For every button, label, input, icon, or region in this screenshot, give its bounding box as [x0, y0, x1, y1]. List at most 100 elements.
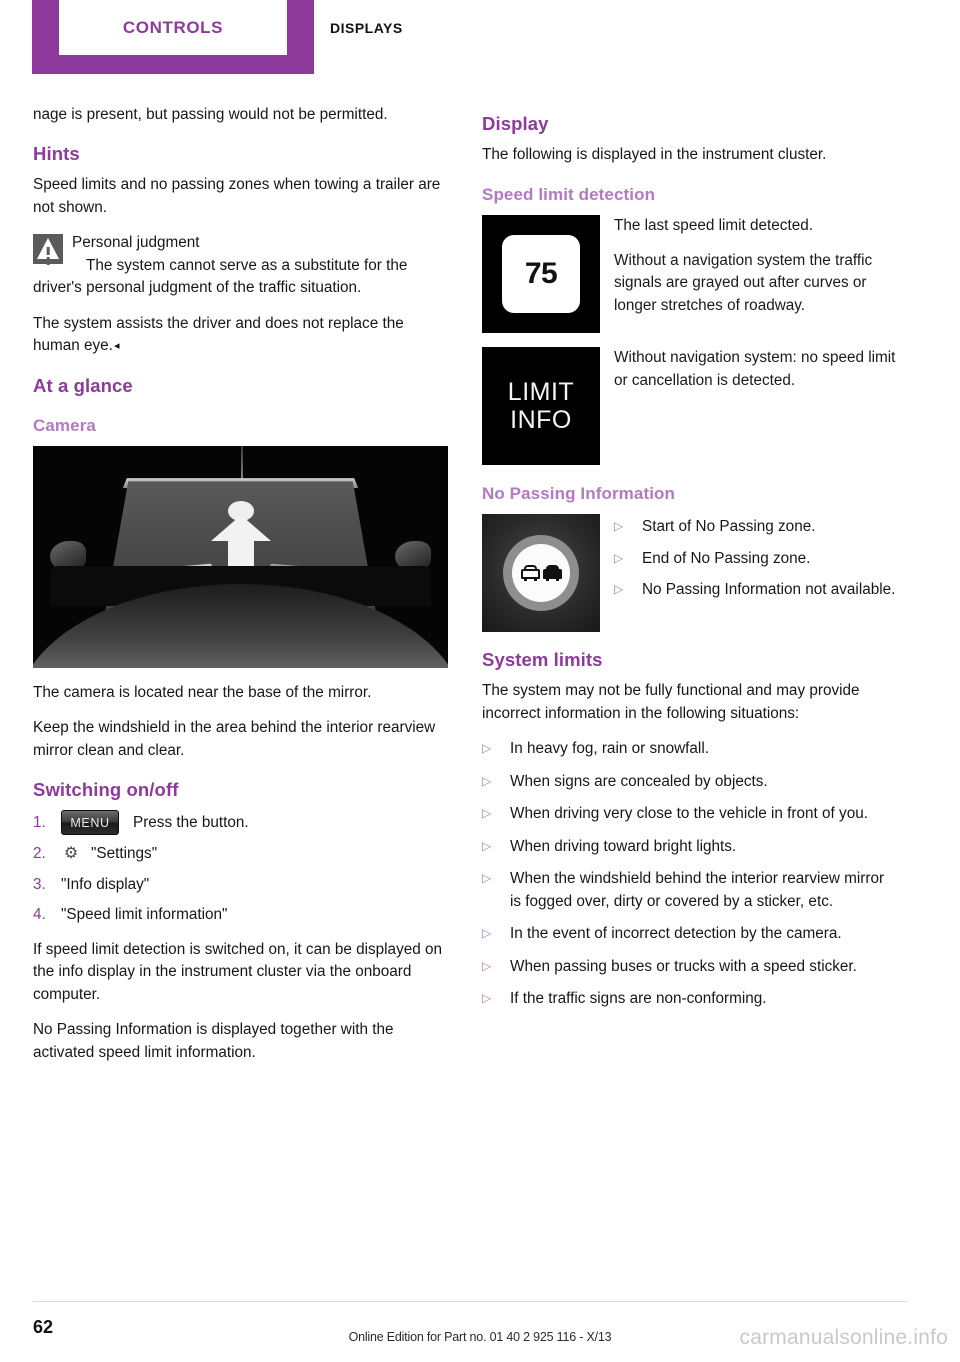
limit-info-figure-row: LIMIT INFO Without navigation system: no… [482, 347, 897, 466]
limit-info-line-2: INFO [510, 406, 572, 435]
speed-limit-text: The last speed limit detected. Without a… [600, 215, 897, 317]
heading-display: Display [482, 113, 549, 134]
system-limits-paragraph: The system may not be fully functional a… [482, 682, 860, 722]
heading-at-a-glance: At a glance [33, 374, 133, 396]
heading-no-passing-information: No Passing Information [482, 484, 675, 504]
bullet-triangle-icon: ▷ [482, 958, 492, 973]
switching-steps-list: 1. MENU Press the button. 2. ⚙ "Settings… [33, 810, 448, 926]
step-number: 4. [33, 905, 46, 923]
speed-limit-sign-icon: 75 [482, 215, 600, 334]
car-outline-icon [520, 565, 540, 582]
no-passing-disc-shape [512, 544, 570, 603]
heading-hints: Hints [33, 143, 80, 165]
speed-limit-figure-row: 75 The last speed limit detected. Withou… [482, 215, 897, 334]
warning-closing-text: The system assists the driver and does n… [33, 314, 404, 355]
list-item: ▷ When driving toward bright lights. [482, 836, 897, 858]
heading-system-limits: System limits [482, 649, 603, 671]
bullet-triangle-icon: ▷ [482, 926, 492, 941]
gear-icon[interactable]: ⚙ [61, 846, 81, 862]
bullet-triangle-icon: ▷ [482, 773, 492, 788]
no-passing-text: ▷ Start of No Passing zone. ▷ End of No … [600, 514, 897, 614]
limit-info-line-1: LIMIT [507, 378, 575, 407]
warning-triangle-icon [33, 234, 63, 265]
no-passing-list: ▷ Start of No Passing zone. ▷ End of No … [614, 516, 897, 601]
antenna-shape [240, 445, 243, 482]
list-item: 4. "Speed limit information" [33, 904, 448, 926]
warning-block: Personal judgment The system cannot serv… [33, 232, 448, 299]
list-item-label: Start of No Passing zone. [642, 518, 816, 536]
continued-paragraph: nage is present, but passing would not b… [33, 106, 388, 123]
menu-button-icon[interactable]: MENU [61, 810, 119, 836]
camera-paragraph-1: The camera is located near the base of t… [33, 683, 372, 701]
bullet-triangle-icon: ▷ [482, 838, 492, 853]
list-item: 3. "Info display" [33, 874, 448, 896]
step-text: "Speed limit information" [61, 905, 228, 923]
hints-paragraph: Speed limits and no passing zones when t… [33, 176, 441, 216]
tab-displays[interactable]: DISPLAYS [330, 0, 530, 55]
bullet-triangle-icon: ▷ [482, 871, 492, 886]
list-item: 2. ⚙ "Settings" [33, 843, 448, 865]
list-item: 1. MENU Press the button. [33, 810, 448, 836]
bullet-triangle-icon: ▷ [614, 550, 624, 565]
no-passing-ring-shape [503, 535, 579, 612]
bullet-triangle-icon: ▷ [614, 582, 624, 597]
tab-controls-inner: CONTROLS [59, 0, 287, 55]
list-item-label: When driving toward bright lights. [510, 837, 737, 855]
section-end-marker-icon: ◂ [113, 340, 120, 353]
speed-limit-value: 75 [502, 235, 580, 314]
no-passing-sign-icon [482, 514, 600, 633]
tab-controls[interactable]: CONTROLS [32, 0, 314, 74]
list-item: ▷ When signs are concealed by objects. [482, 771, 897, 793]
warning-title: Personal judgment [72, 234, 200, 252]
list-item-label: When signs are concealed by objects. [510, 772, 768, 790]
closing-paragraph-2: No Passing Information is displayed toge… [33, 1021, 394, 1061]
list-item-label: In the event of incorrect detection by t… [510, 925, 842, 943]
list-item-label: When driving very close to the vehicle i… [510, 805, 868, 823]
heading-speed-limit-detection: Speed limit detection [482, 185, 656, 205]
list-item: ▷ Start of No Passing zone. [614, 516, 897, 538]
list-item: ▷ When the windshield behind the interio… [482, 868, 897, 913]
speed-limit-paragraph-2: Without a navigation system the traffic … [614, 251, 873, 314]
page-header: CONTROLS DISPLAYS [0, 0, 960, 78]
warning-body: The system cannot serve as a substitute … [33, 256, 408, 297]
site-watermark: carmanualsonline.info [739, 1326, 948, 1349]
list-item: ▷ In heavy fog, rain or snowfall. [482, 738, 897, 760]
step-number: 3. [33, 875, 46, 893]
list-item-label: End of No Passing zone. [642, 549, 811, 567]
warning-closing: The system assists the driver and does n… [33, 313, 448, 358]
bullet-triangle-icon: ▷ [614, 519, 624, 534]
bullet-triangle-icon: ▷ [482, 991, 492, 1006]
list-item-label: When passing buses or trucks with a spee… [510, 957, 857, 975]
limit-info-sign-icon: LIMIT INFO [482, 347, 600, 466]
speed-limit-paragraph-1: The last speed limit detected. [614, 217, 813, 235]
list-item-label: In heavy fog, rain or snowfall. [510, 740, 709, 758]
list-item-label: If the traffic signs are non-conforming. [510, 990, 767, 1008]
footer-divider [33, 1301, 907, 1302]
bullet-triangle-icon: ▷ [482, 806, 492, 821]
bullet-triangle-icon: ▷ [482, 741, 492, 756]
tab-controls-label: CONTROLS [122, 17, 224, 37]
heading-camera: Camera [33, 415, 96, 435]
list-item-label: When the windshield behind the interior … [510, 870, 885, 910]
step-text: "Info display" [61, 875, 150, 893]
right-column: Display The following is displayed in th… [482, 104, 897, 1024]
list-item: ▷ End of No Passing zone. [614, 548, 897, 570]
step-number: 2. [33, 845, 46, 863]
system-limits-list: ▷ In heavy fog, rain or snowfall. ▷ When… [482, 738, 897, 1010]
left-column: nage is present, but passing would not b… [33, 104, 448, 1077]
list-item: ▷ No Passing Information not available. [614, 579, 897, 601]
display-paragraph: The following is displayed in the instru… [482, 146, 827, 163]
closing-paragraph-1: If speed limit detection is switched on,… [33, 940, 442, 1003]
list-item: ▷ If the traffic signs are non-conformin… [482, 988, 897, 1010]
limit-info-paragraph: Without navigation system: no speed limi… [614, 349, 896, 389]
step-text: "Settings" [91, 845, 158, 863]
step-number: 1. [33, 813, 46, 831]
list-item-label: No Passing Information not available. [642, 581, 896, 599]
list-item: ▷ When passing buses or trucks with a sp… [482, 956, 897, 978]
list-item: ▷ In the event of incorrect detection by… [482, 923, 897, 945]
step-text: Press the button. [133, 813, 249, 831]
limit-info-text: Without navigation system: no speed limi… [600, 347, 897, 392]
no-passing-figure-row: ▷ Start of No Passing zone. ▷ End of No … [482, 514, 897, 633]
car-solid-icon [542, 565, 562, 582]
heading-switching-on-off: Switching on/off [33, 779, 179, 801]
